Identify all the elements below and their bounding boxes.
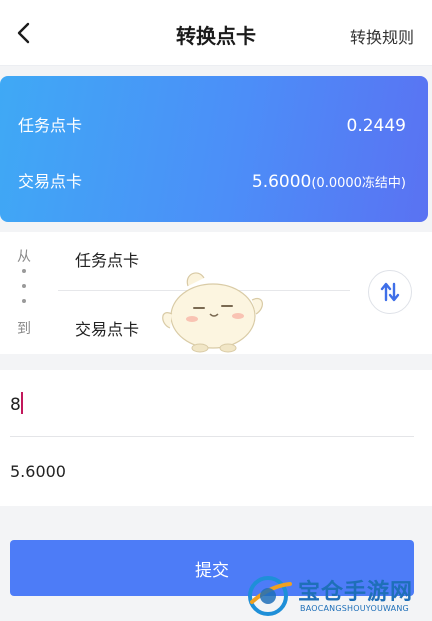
trade-frozen-note: (0.0000冻结中)	[311, 176, 406, 191]
to-caption: 到	[17, 321, 31, 337]
amount-form: 5.6000	[0, 370, 432, 506]
conversion-rules-link[interactable]: 转换规则	[350, 24, 414, 48]
watermark-text: 宝仓手游网	[298, 579, 414, 605]
balance-card: 任务点卡 0.2449 交易点卡 5.6000(0.0000冻结中)	[0, 76, 428, 222]
form-divider	[10, 436, 414, 437]
trade-balance-group: 5.6000(0.0000冻结中)	[252, 172, 406, 192]
from-caption: 从	[17, 249, 31, 265]
text-caret	[21, 392, 23, 414]
connector-dot	[22, 299, 26, 303]
connector-dot	[22, 284, 26, 288]
available-balance: 5.6000	[10, 462, 66, 481]
site-watermark: 宝仓手游网 BAOCANGSHOUYOUWANG	[246, 570, 432, 621]
connector-dot	[22, 269, 26, 273]
to-account-select[interactable]: 交易点卡	[75, 316, 139, 340]
watermark-en-text: BAOCANGSHOUYOUWANG	[300, 604, 409, 613]
top-nav-bar: 转换点卡 转换规则	[0, 0, 432, 66]
swap-arrows-icon	[380, 282, 400, 302]
trade-balance-label: 交易点卡	[18, 172, 83, 191]
task-balance-label: 任务点卡	[18, 116, 83, 135]
mascot-decoration	[162, 272, 263, 353]
task-balance-row: 任务点卡 0.2449	[18, 112, 406, 136]
amount-input[interactable]	[10, 390, 414, 420]
swap-direction-button[interactable]	[368, 270, 412, 314]
trade-balance-row: 交易点卡 5.6000(0.0000冻结中)	[18, 168, 406, 192]
from-account-select[interactable]: 任务点卡	[75, 247, 139, 271]
task-balance-value: 0.2449	[346, 116, 406, 136]
trade-balance-value: 5.6000	[251, 172, 312, 192]
watermark-logo-icon	[248, 576, 292, 616]
